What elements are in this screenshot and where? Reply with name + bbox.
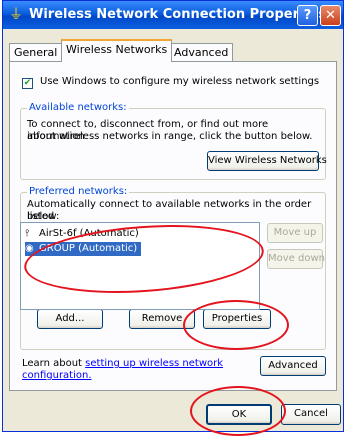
remove-button[interactable]: Remove: [129, 309, 195, 329]
preferred-networks-list[interactable]: ⫯ AirSt-6f (Automatic) ◉ GROUP (Automatic): [20, 222, 260, 310]
available-description-2: about wireless networks in range, click …: [27, 131, 313, 142]
add-button[interactable]: Add...: [37, 309, 103, 329]
close-button[interactable]: ✕: [320, 5, 341, 26]
setup-wireless-link[interactable]: setting up wireless network: [85, 358, 223, 369]
view-wireless-networks-button[interactable]: View Wireless Networks: [207, 151, 327, 171]
list-item[interactable]: ⫯ AirSt-6f (Automatic): [25, 227, 139, 241]
preferred-networks-legend: Preferred networks:: [27, 186, 130, 197]
tab-advanced[interactable]: Advanced: [169, 43, 234, 61]
tab-panel: ✔ Use Windows to configure my wireless n…: [9, 61, 337, 391]
learn-about-text: Learn about setting up wireless network: [22, 358, 224, 369]
checkmark-icon: ✔: [23, 78, 32, 88]
advanced-button[interactable]: Advanced: [260, 356, 326, 376]
configuration-link[interactable]: configuration.: [22, 370, 92, 381]
window-title: Wireless Network Connection Properties: [29, 7, 327, 22]
question-icon: ?: [303, 8, 312, 23]
title-bar[interactable]: ⏚ Wireless Network Connection Properties…: [3, 1, 343, 29]
available-networks-legend: Available networks:: [27, 102, 129, 113]
preferred-description-1: Automatically connect to available netwo…: [27, 199, 312, 222]
use-windows-label[interactable]: Use Windows to configure my wireless net…: [40, 76, 319, 87]
ok-button[interactable]: OK: [206, 404, 272, 425]
move-up-button[interactable]: Move up: [267, 223, 323, 243]
list-item-selected[interactable]: ◉ GROUP (Automatic): [25, 242, 142, 256]
tab-general[interactable]: General: [9, 43, 63, 61]
learn-about-text-2: configuration.: [22, 370, 92, 382]
properties-dialog: ⏚ Wireless Network Connection Properties…: [2, 0, 344, 432]
antenna-icon: ⫯: [25, 228, 30, 239]
use-windows-checkbox[interactable]: ✔: [22, 78, 33, 89]
properties-button[interactable]: Properties: [203, 309, 271, 329]
tab-wireless-networks[interactable]: Wireless Networks: [61, 39, 173, 62]
wireless-network-icon: ◉: [25, 243, 34, 254]
move-down-button[interactable]: Move down: [267, 249, 325, 269]
close-icon: ✕: [325, 8, 336, 23]
available-networks-group: Available networks: To connect to, disco…: [20, 102, 327, 180]
cancel-button[interactable]: Cancel: [281, 404, 341, 425]
help-button[interactable]: ?: [297, 5, 318, 26]
network-connection-icon: ⏚: [9, 7, 23, 23]
